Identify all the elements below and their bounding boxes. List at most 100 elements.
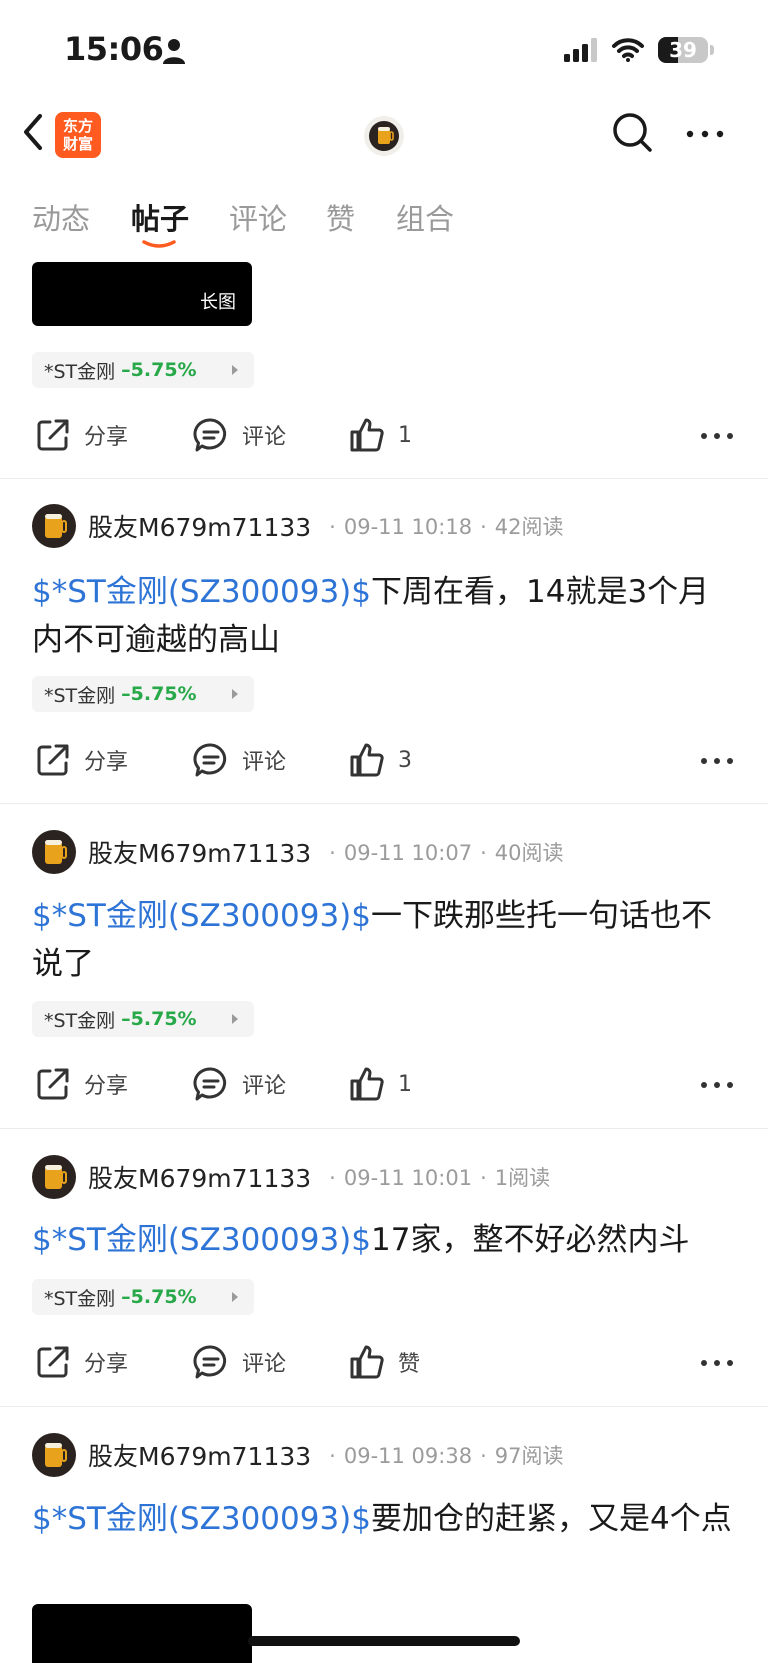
username[interactable]: 股友M679m71133 xyxy=(88,1437,311,1473)
post-body[interactable]: $*ST金刚(SZ300093)$17家，整不好必然内斗 xyxy=(32,1216,732,1264)
status-bar: 15:06 39 xyxy=(0,0,768,100)
username[interactable]: 股友M679m71133 xyxy=(88,1159,311,1195)
divider xyxy=(0,1406,768,1407)
profile-tabs: 动态 帖子 评论 赞 组合 xyxy=(0,196,768,256)
more-icon[interactable] xyxy=(684,124,726,144)
share-icon xyxy=(37,419,69,451)
search-icon[interactable] xyxy=(610,110,656,156)
comment-label: 评论 xyxy=(242,1074,287,1099)
share-label: 分享 xyxy=(84,425,129,450)
image-preview[interactable] xyxy=(32,1604,252,1663)
like-count: 3 xyxy=(398,747,412,773)
action-row: 分享 评论 1 xyxy=(0,410,768,460)
like-button[interactable]: 1 xyxy=(348,1059,412,1109)
thumbs-up-icon xyxy=(350,1067,384,1101)
share-button[interactable]: 分享 xyxy=(34,1337,128,1387)
stock-tag[interactable]: *ST金刚 –5.75% xyxy=(32,352,254,388)
share-label: 分享 xyxy=(84,1352,129,1377)
share-label: 分享 xyxy=(84,1074,129,1099)
beer-mug-icon xyxy=(369,121,399,151)
like-label: 赞 xyxy=(398,1352,421,1377)
like-button[interactable]: 1 xyxy=(348,410,412,460)
post-more-icon[interactable] xyxy=(700,1081,734,1089)
comment-icon xyxy=(193,1345,227,1379)
beer-mug-icon xyxy=(45,1165,67,1189)
tab-comments[interactable]: 评论 xyxy=(229,196,287,238)
post-reads: 42阅读 xyxy=(494,515,564,539)
play-arrow-icon xyxy=(232,365,238,375)
post-body[interactable]: $*ST金刚(SZ300093)$一下跌那些托一句话也不说了 xyxy=(32,892,732,988)
comment-button[interactable]: 评论 xyxy=(192,410,286,460)
user-avatar[interactable] xyxy=(32,830,76,874)
battery-cap xyxy=(710,45,714,55)
tab-likes[interactable]: 赞 xyxy=(326,196,355,238)
thumbs-up-icon xyxy=(350,1345,384,1379)
tab-portfolio[interactable]: 组合 xyxy=(396,196,454,238)
post-body[interactable]: $*ST金刚(SZ300093)$下周在看，14就是3个月内不可逾越的高山 xyxy=(32,568,732,664)
post-header: 股友M679m71133 · 09-11 09:38 · 97阅读 xyxy=(32,1433,564,1477)
comment-icon xyxy=(193,743,227,777)
post-meta: · 09-11 10:18 · 42阅读 xyxy=(329,515,564,539)
like-button[interactable]: 3 xyxy=(348,735,412,785)
action-row: 分享 评论 3 xyxy=(0,735,768,785)
status-indicators: 39 xyxy=(564,32,714,68)
active-tab-indicator xyxy=(142,240,176,248)
share-icon xyxy=(37,1346,69,1378)
stock-link[interactable]: $*ST金刚(SZ300093)$ xyxy=(32,1222,371,1258)
post-more-icon[interactable] xyxy=(700,1359,734,1367)
share-button[interactable]: 分享 xyxy=(34,735,128,785)
stock-name: *ST金刚 xyxy=(44,684,116,707)
comment-label: 评论 xyxy=(242,1352,287,1377)
tab-posts[interactable]: 帖子 xyxy=(131,196,189,238)
stock-change: –5.75% xyxy=(121,683,197,705)
like-button[interactable]: 赞 xyxy=(348,1337,420,1387)
stock-tag[interactable]: *ST金刚 –5.75% xyxy=(32,1279,254,1315)
comment-icon xyxy=(193,418,227,452)
profile-avatar[interactable] xyxy=(364,116,404,156)
brand-logo[interactable]: 东方 财富 xyxy=(55,112,101,158)
post-meta: · 09-11 10:01 · 1阅读 xyxy=(329,1166,551,1190)
post-more-icon[interactable] xyxy=(700,432,734,440)
tab-dynamics[interactable]: 动态 xyxy=(32,196,90,238)
post-body[interactable]: $*ST金刚(SZ300093)$要加仓的赶紧，又是4个点 xyxy=(32,1495,732,1543)
comment-button[interactable]: 评论 xyxy=(192,1059,286,1109)
username[interactable]: 股友M679m71133 xyxy=(88,834,311,870)
stock-tag[interactable]: *ST金刚 –5.75% xyxy=(32,1001,254,1037)
post-reads: 1阅读 xyxy=(494,1166,551,1190)
thumbs-up-icon xyxy=(350,743,384,777)
status-time: 15:06 xyxy=(64,30,164,68)
stock-change: –5.75% xyxy=(121,1286,197,1308)
beer-mug-icon xyxy=(45,1443,67,1467)
long-image-preview[interactable]: 长图 xyxy=(32,262,252,326)
back-button[interactable] xyxy=(18,110,48,154)
action-row: 分享 评论 1 xyxy=(0,1059,768,1109)
comment-label: 评论 xyxy=(242,425,287,450)
divider xyxy=(0,478,768,479)
user-avatar[interactable] xyxy=(32,1433,76,1477)
stock-name: *ST金刚 xyxy=(44,1009,116,1032)
post-text: 要加仓的赶紧，又是4个点 xyxy=(371,1501,732,1537)
stock-name: *ST金刚 xyxy=(44,360,116,383)
stock-tag[interactable]: *ST金刚 –5.75% xyxy=(32,676,254,712)
stock-link[interactable]: $*ST金刚(SZ300093)$ xyxy=(32,1501,371,1537)
post-date: 09-11 09:38 xyxy=(343,1444,473,1468)
post-meta: · 09-11 09:38 · 97阅读 xyxy=(329,1444,564,1468)
comment-button[interactable]: 评论 xyxy=(192,735,286,785)
user-avatar[interactable] xyxy=(32,1155,76,1199)
play-arrow-icon xyxy=(232,1292,238,1302)
beer-mug-icon xyxy=(45,514,67,538)
post-more-icon[interactable] xyxy=(700,757,734,765)
share-button[interactable]: 分享 xyxy=(34,1059,128,1109)
username[interactable]: 股友M679m71133 xyxy=(88,508,311,544)
stock-link[interactable]: $*ST金刚(SZ300093)$ xyxy=(32,898,371,934)
stock-link[interactable]: $*ST金刚(SZ300093)$ xyxy=(32,574,371,610)
share-button[interactable]: 分享 xyxy=(34,410,128,460)
post-header: 股友M679m71133 · 09-11 10:07 · 40阅读 xyxy=(32,830,564,874)
stock-change: –5.75% xyxy=(121,1008,197,1030)
user-avatar[interactable] xyxy=(32,504,76,548)
comment-button[interactable]: 评论 xyxy=(192,1337,286,1387)
comment-label: 评论 xyxy=(242,750,287,775)
long-image-label: 长图 xyxy=(200,292,236,313)
like-count: 1 xyxy=(398,422,412,448)
divider xyxy=(0,1128,768,1129)
